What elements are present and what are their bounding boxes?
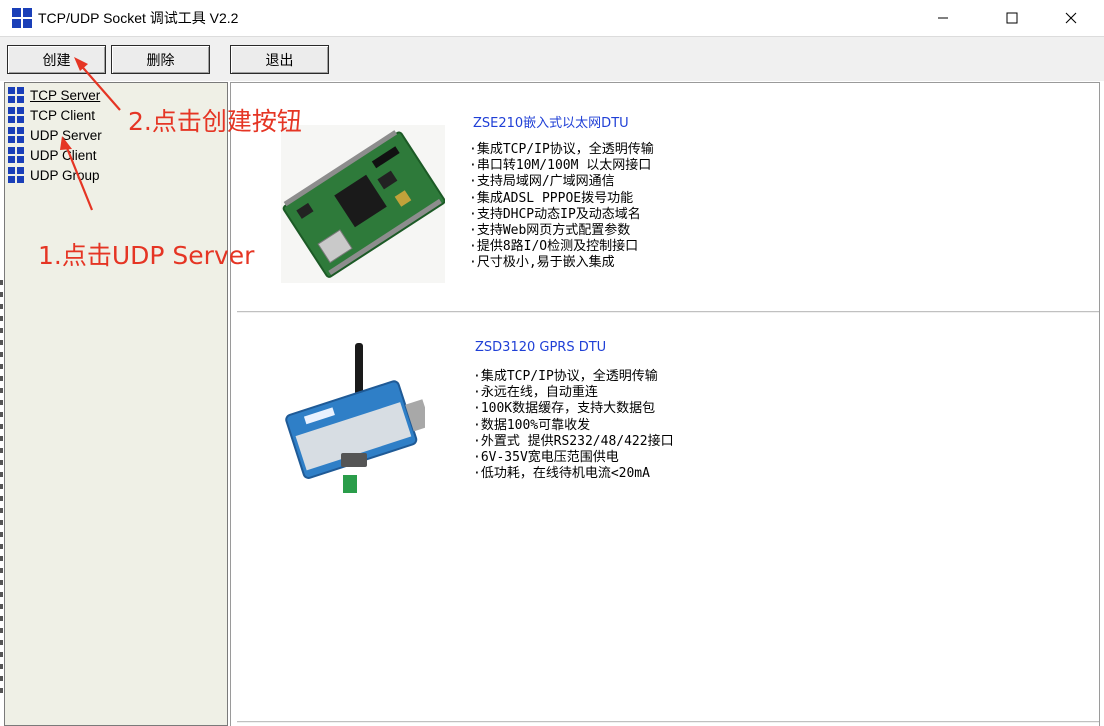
product-title: ZSE210嵌入式以太网DTU [473, 116, 629, 131]
feature-item: ·提供8路I/O检测及控制接口 [469, 239, 639, 255]
tree-item-label: TCP Client [30, 107, 96, 123]
window-edge-artifact [0, 280, 3, 700]
maximize-button[interactable] [989, 0, 1035, 36]
annotation-step-2: 2.点击创建按钮 [128, 107, 302, 136]
tree-item-label: TCP Server [30, 87, 101, 103]
app-icon [12, 8, 32, 28]
gprs-dtu-image [275, 337, 425, 503]
product-feature-list: ·集成TCP/IP协议，全透明传输 ·永远在线，自动重连 ·100K数据缓存，支… [473, 369, 674, 482]
tree-item-label: UDP Client [30, 147, 97, 163]
connection-tree: TCP Server TCP Client UDP Server UDP Cli… [4, 82, 228, 726]
feature-item: ·支持DHCP动态IP及动态域名 [469, 206, 641, 222]
title-bar: TCP/UDP Socket 调试工具 V2.2 [0, 0, 1104, 36]
section-divider [237, 721, 1099, 723]
feature-item: ·外置式 提供RS232/48/422接口 [473, 433, 674, 449]
tree-item-udp-server[interactable]: UDP Server [8, 125, 102, 145]
close-icon [1065, 12, 1077, 24]
network-node-icon [8, 167, 24, 183]
feature-item: ·支持Web网页方式配置参数 [469, 223, 631, 239]
tree-item-label: UDP Group [30, 167, 100, 183]
feature-item: ·100K数据缓存，支持大数据包 [473, 401, 656, 417]
network-node-icon [8, 127, 24, 143]
network-node-icon [8, 107, 24, 123]
feature-item: ·6V-35V宽电压范围供电 [473, 450, 619, 466]
section-divider [237, 311, 1099, 313]
window-title: TCP/UDP Socket 调试工具 V2.2 [38, 10, 239, 26]
tree-item-tcp-server[interactable]: TCP Server [8, 85, 100, 105]
tree-item-label: UDP Server [30, 127, 102, 143]
feature-item: ·集成TCP/IP协议，全透明传输 [469, 142, 654, 157]
minimize-icon [938, 17, 948, 19]
feature-item: ·永远在线，自动重连 [473, 385, 598, 401]
delete-button[interactable]: 删除 [111, 45, 210, 74]
annotation-step-1: 1.点击UDP Server [38, 241, 255, 270]
tree-item-udp-group[interactable]: UDP Group [8, 165, 100, 185]
tree-item-udp-client[interactable]: UDP Client [8, 145, 97, 165]
toolbar: 创建 删除 退出 [0, 36, 1104, 81]
feature-item: ·数据100%可靠收发 [473, 417, 591, 433]
tree-item-tcp-client[interactable]: TCP Client [8, 105, 95, 125]
feature-item: ·串口转10M/100M 以太网接口 [469, 158, 652, 174]
network-node-icon [8, 87, 24, 103]
close-button[interactable] [1048, 0, 1094, 36]
product-info-panel: ZSE210嵌入式以太网DTU ·集成TCP/IP协议，全透明传输 ·串口转10… [230, 82, 1100, 726]
create-button[interactable]: 创建 [7, 45, 106, 74]
ethernet-module-image [281, 125, 445, 283]
minimize-button[interactable] [920, 0, 966, 36]
product-feature-list: ·集成TCP/IP协议，全透明传输 ·串口转10M/100M 以太网接口 ·支持… [469, 142, 654, 272]
product-title: ZSD3120 GPRS DTU [475, 340, 607, 355]
network-node-icon [8, 147, 24, 163]
feature-item: ·尺寸极小,易于嵌入集成 [469, 255, 615, 271]
feature-item: ·低功耗，在线待机电流<20mA [473, 466, 650, 482]
maximize-icon [1006, 12, 1018, 24]
exit-button[interactable]: 退出 [230, 45, 329, 74]
feature-item: ·集成ADSL PPPOE拨号功能 [469, 190, 634, 206]
feature-item: ·集成TCP/IP协议，全透明传输 [473, 369, 658, 384]
feature-item: ·支持局域网/广域网通信 [469, 174, 615, 190]
